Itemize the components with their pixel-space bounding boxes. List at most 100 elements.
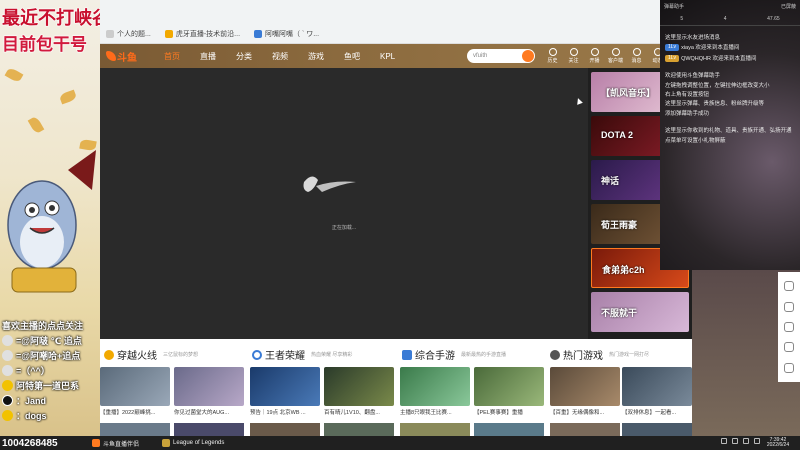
header-client-button[interactable]: 客户端 bbox=[606, 48, 625, 64]
category-header-mobile[interactable]: 综合手游 最新最热的手游直播 bbox=[402, 347, 506, 362]
danmaku-assistant-panel[interactable]: 弹幕助手 已屏蔽 5 4 47.65 这里显示水友进场消息 1Lv xiaya 欢… bbox=[660, 0, 800, 270]
phone-icon[interactable] bbox=[784, 301, 794, 312]
overlay-chat-line: ：Jand bbox=[0, 393, 100, 408]
stream-thumbnail[interactable] bbox=[250, 423, 320, 436]
overlay-chat-line: =@阿啵 ℃ 追点 bbox=[0, 333, 100, 348]
panel-stats: 5 4 47.65 bbox=[660, 12, 800, 26]
stream-thumbnail[interactable] bbox=[100, 423, 170, 436]
nav-live[interactable]: 直播 bbox=[190, 44, 226, 68]
stream-thumbnail[interactable] bbox=[400, 367, 470, 406]
header-follow-button[interactable]: 关注 bbox=[564, 48, 583, 64]
bookmark-item[interactable]: 虎牙直播-技术前沿... bbox=[164, 29, 240, 39]
stream-thumbnail[interactable] bbox=[622, 423, 692, 436]
tiktok-icon bbox=[2, 395, 13, 406]
stream-caption[interactable]: 【双排休息】一起看... bbox=[622, 408, 692, 416]
video-player[interactable]: 正在加载... bbox=[100, 68, 588, 339]
overlay-chat-line: ：dogs bbox=[0, 408, 100, 423]
rec-card[interactable]: 不服就干 bbox=[591, 292, 689, 332]
stream-overlay-left: 最近不打峡谷 目前包干号 喜欢主播的点点关注 =@阿啵 ℃ 追点 =@阿嘲哈+追… bbox=[0, 0, 100, 436]
panel-message: 这里显示你收到的礼物、道具、贵族开通、弘扬开通 bbox=[665, 128, 792, 135]
robot-icon[interactable] bbox=[784, 342, 794, 353]
panel-message: 这里显示弹幕、贵族信息、粉丝牌升级等 bbox=[665, 101, 765, 108]
volume-icon[interactable] bbox=[743, 438, 749, 444]
camera-icon bbox=[590, 48, 599, 56]
panel-message: 点菜单可设置小礼物屏蔽 bbox=[665, 137, 726, 144]
site-logo[interactable]: 斗鱼 bbox=[106, 48, 146, 64]
stream-caption[interactable]: 【PEL赛事赛】重播 bbox=[474, 408, 544, 416]
category-header-hot[interactable]: 热门游戏 热门游戏一网打尽 bbox=[550, 347, 649, 362]
stream-caption[interactable]: 主播8只眼我王比赛... bbox=[400, 408, 470, 416]
bookmark-item[interactable]: 个人的题... bbox=[106, 29, 151, 39]
panel-message: 右上角有设置按钮 bbox=[665, 92, 710, 99]
panel-title: 弹幕助手 bbox=[664, 3, 685, 10]
panel-message: 欢迎使用斗鱼弹幕助手 bbox=[665, 73, 721, 80]
browser-chrome: 个人的题... 虎牙直播-技术前沿... 阿嘴阿嘴（ ` ワ... bbox=[100, 0, 660, 44]
chevron-up-icon[interactable] bbox=[721, 438, 727, 444]
main-nav: 首页 直播 分类 视频 游戏 鱼吧 KPL bbox=[154, 44, 405, 68]
nav-video[interactable]: 视频 bbox=[262, 44, 298, 68]
stream-caption[interactable]: 百有晴儿1V10、翻盘... bbox=[324, 408, 394, 416]
edit-icon[interactable] bbox=[784, 362, 794, 373]
taskbar-clock[interactable]: 7:39:42 2022/6/24 bbox=[760, 436, 796, 450]
overlay-chat-line: 阿特第一道巴系 bbox=[0, 378, 100, 393]
bookmarks-bar: 个人的题... 虎牙直播-技术前沿... 阿嘴阿嘴（ ` ワ... bbox=[100, 24, 660, 44]
bilibili-icon bbox=[254, 29, 263, 38]
stream-caption[interactable]: 你见过菌堂大的AUG... bbox=[174, 408, 244, 416]
nav-category[interactable]: 分类 bbox=[226, 44, 262, 68]
panel-message: 这里显示水友进场消息 bbox=[665, 35, 721, 41]
stream-thumbnail[interactable] bbox=[250, 367, 320, 406]
stream-caption[interactable]: 【重播】2022巅峰挑... bbox=[100, 408, 170, 416]
crown-icon bbox=[2, 380, 13, 391]
panel-blocked-button[interactable]: 已屏蔽 bbox=[781, 3, 796, 10]
stream-caption[interactable]: 【百重】无缘偶像和... bbox=[550, 408, 620, 416]
category-section: 穿越火线 三亿鼠标的梦想 王者荣耀 热血荣耀 尽享精彩 综合手游 最新最热的手游… bbox=[100, 339, 692, 436]
bookmark-item[interactable]: 阿嘴阿嘴（ ` ワ... bbox=[254, 29, 319, 39]
search-input[interactable]: vfuith bbox=[467, 49, 535, 63]
header-message-button[interactable]: 消息 bbox=[627, 48, 646, 64]
category-header-cf[interactable]: 穿越火线 三亿鼠标的梦想 bbox=[104, 347, 198, 362]
stream-thumbnail[interactable] bbox=[324, 423, 394, 436]
chat-icon[interactable] bbox=[784, 321, 794, 332]
leaf-decoration bbox=[27, 115, 45, 135]
overlay-chat: 喜欢主播的点点关注 =@阿啵 ℃ 追点 =@阿嘲哈+追点 =（^^） 阿特第一道… bbox=[0, 318, 100, 423]
stream-thumbnail[interactable] bbox=[100, 367, 170, 406]
nav-kpl[interactable]: KPL bbox=[370, 44, 405, 68]
stream-thumbnail[interactable] bbox=[474, 423, 544, 436]
stream-thumbnail[interactable] bbox=[400, 423, 470, 436]
stream-thumbnail[interactable] bbox=[174, 423, 244, 436]
site-header: 斗鱼 首页 直播 分类 视频 游戏 鱼吧 KPL vfuith 历史 关注 开播… bbox=[100, 44, 692, 68]
huya-icon bbox=[164, 29, 173, 38]
overlay-chat-line: =@阿嘲哈+追点 bbox=[0, 348, 100, 363]
search-icon[interactable] bbox=[522, 50, 534, 62]
panel-message: 1Lv QWQHQHR 欢迎来到本直播间 bbox=[660, 54, 800, 64]
stream-thumbnail[interactable] bbox=[622, 367, 692, 406]
system-tray bbox=[721, 438, 760, 444]
overlay-chat-line: 喜欢主播的点点关注 bbox=[2, 321, 84, 331]
bookmark-icon bbox=[106, 29, 114, 38]
stream-caption[interactable]: 预告｜19点 北京WB ... bbox=[250, 408, 320, 416]
download-icon bbox=[611, 48, 620, 56]
header-history-button[interactable]: 历史 bbox=[543, 48, 562, 64]
leaf-decoration bbox=[4, 66, 24, 84]
stream-thumbnail[interactable] bbox=[550, 367, 620, 406]
viewer-avatar-icon bbox=[2, 335, 13, 346]
category-header-wzry[interactable]: 王者荣耀 热血荣耀 尽享精彩 bbox=[252, 347, 352, 362]
taskbar-app-douyu[interactable]: 斗鱼直播伴侣 bbox=[92, 436, 139, 450]
gift-icon[interactable] bbox=[784, 281, 794, 292]
network-icon[interactable] bbox=[732, 438, 738, 444]
panel-message: 1Lv xiaya 欢迎来到本直播间 bbox=[660, 43, 800, 53]
stream-thumbnail[interactable] bbox=[550, 423, 620, 436]
mobile-games-icon bbox=[402, 349, 412, 360]
nav-yuba[interactable]: 鱼吧 bbox=[334, 44, 370, 68]
crossfire-icon bbox=[104, 349, 114, 360]
stream-thumbnail[interactable] bbox=[324, 367, 394, 406]
stream-thumbnail[interactable] bbox=[474, 367, 544, 406]
viewer-avatar-icon bbox=[2, 365, 13, 376]
stream-thumbnail[interactable] bbox=[174, 367, 244, 406]
taskbar-app-lol[interactable]: League of Legends bbox=[162, 436, 224, 450]
header-broadcast-button[interactable]: 开播 bbox=[585, 48, 604, 64]
overlay-title-line1: 最近不打峡谷 bbox=[2, 8, 101, 30]
panel-titlebar[interactable]: 弹幕助手 已屏蔽 bbox=[660, 0, 800, 12]
nav-home[interactable]: 首页 bbox=[154, 44, 190, 68]
nav-games[interactable]: 游戏 bbox=[298, 44, 334, 68]
